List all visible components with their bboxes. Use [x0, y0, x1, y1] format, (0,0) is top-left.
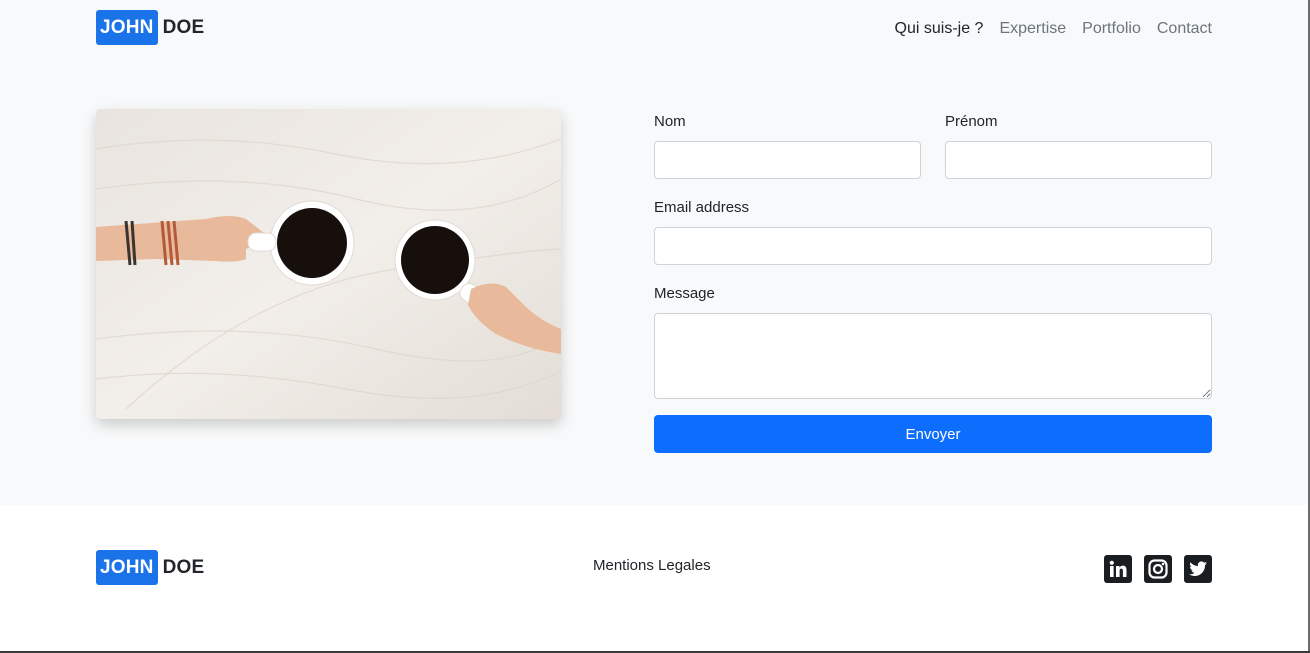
- footer-logo-surname: DOE: [162, 556, 205, 578]
- envoyer-button[interactable]: Envoyer: [654, 415, 1212, 453]
- coffee-cups-photo: [96, 109, 561, 419]
- coffee-cups-illustration: [96, 109, 561, 419]
- nav-link-qui-suis-je[interactable]: Qui suis-je ?: [895, 18, 984, 40]
- linkedin-icon[interactable]: [1104, 555, 1132, 583]
- email-label: Email address: [654, 199, 750, 216]
- footer-logo-badge: JOHN: [96, 550, 158, 585]
- email-field[interactable]: [654, 227, 1212, 265]
- nav-link-portfolio[interactable]: Portfolio: [1082, 18, 1141, 40]
- header-logo[interactable]: JOHN DOE: [96, 10, 204, 45]
- twitter-icon[interactable]: [1184, 555, 1212, 583]
- main-nav: Qui suis-je ? Expertise Portfolio Contac…: [895, 18, 1212, 40]
- message-label: Message: [654, 285, 715, 302]
- nom-field[interactable]: [654, 141, 921, 179]
- social-links: [1104, 555, 1212, 583]
- nav-link-expertise[interactable]: Expertise: [999, 18, 1066, 40]
- message-textarea[interactable]: [654, 313, 1212, 399]
- instagram-icon[interactable]: [1144, 555, 1172, 583]
- nav-link-contact[interactable]: Contact: [1157, 18, 1212, 40]
- prenom-field[interactable]: [945, 141, 1212, 179]
- footer-logo[interactable]: JOHN DOE: [96, 550, 204, 585]
- nom-label: Nom: [654, 113, 686, 130]
- logo-badge: JOHN: [96, 10, 158, 45]
- prenom-label: Prénom: [945, 113, 998, 130]
- mentions-legales-link[interactable]: Mentions Legales: [593, 556, 711, 576]
- logo-surname: DOE: [162, 16, 205, 38]
